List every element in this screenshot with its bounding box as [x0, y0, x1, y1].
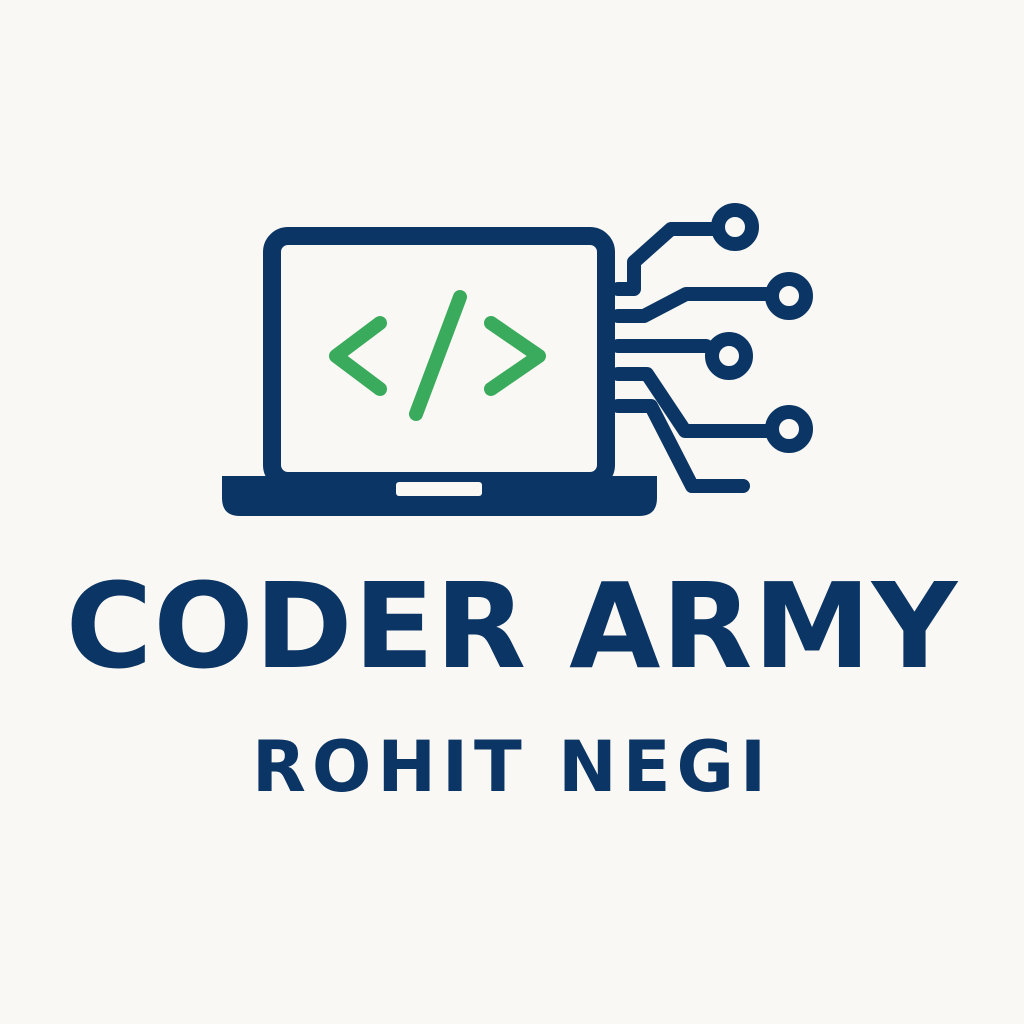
laptop-trackpad: [396, 482, 482, 496]
circuit-line-2: [611, 287, 778, 323]
code-brackets-icon: [329, 290, 546, 421]
circuit-node-1: [711, 203, 759, 251]
code-slash: [409, 290, 467, 421]
circuit-node-4: [765, 405, 813, 453]
code-left-bracket: [329, 316, 387, 396]
brand-subtitle: ROHIT NEGI: [251, 726, 773, 808]
logo-mark: </>: [222, 203, 813, 516]
brand-title: CODER ARMY: [65, 557, 959, 695]
circuit-line-1: [611, 222, 724, 296]
circuit-node-3: [705, 332, 753, 380]
circuit-node-2: [765, 272, 813, 320]
laptop-icon: [222, 227, 657, 516]
circuit-lines-icon: [611, 203, 813, 493]
code-right-bracket: [484, 316, 546, 396]
